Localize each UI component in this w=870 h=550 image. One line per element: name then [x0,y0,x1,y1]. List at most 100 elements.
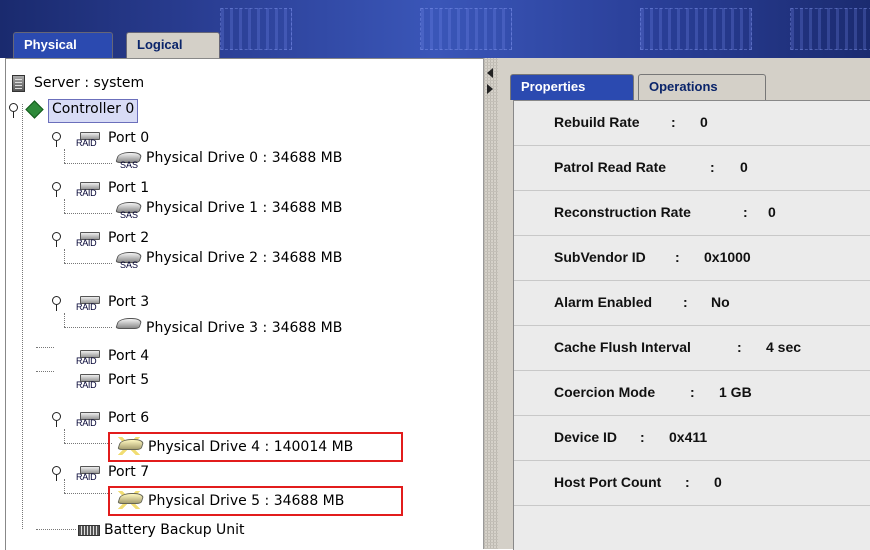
property-row: Alarm Enabled : No [514,281,870,326]
expand-icon[interactable] [50,295,61,311]
property-label: Device ID [554,429,618,445]
collapse-left-icon[interactable] [487,68,493,78]
tree-physical-drive[interactable]: Physical Drive 1 : 34688 MB [146,197,342,219]
property-label: Coercion Mode [554,384,656,400]
raid-port-icon: RAID [76,132,102,150]
expand-icon[interactable] [50,231,61,247]
raid-label: RAID [76,188,97,198]
tree-physical-drive[interactable]: Physical Drive 4 : 140014 MB [148,436,353,458]
tree-port[interactable]: Port 6 [108,407,149,429]
expand-icon[interactable] [7,102,18,118]
tree-connector [64,163,112,164]
raid-label: RAID [76,472,97,482]
raid-port-icon: RAID [76,466,102,484]
property-row: Patrol Read Rate : 0 [514,146,870,191]
property-separator: : [675,249,680,265]
battery-icon [78,525,100,536]
tree-connector [64,493,112,494]
tree-port[interactable]: Port 2 [108,227,149,249]
property-value: 0x411 [669,429,708,445]
tree-connector [22,104,23,529]
property-label: Rebuild Rate [554,114,640,130]
tree-physical-drive[interactable]: Physical Drive 5 : 34688 MB [148,490,344,512]
expand-icon[interactable] [50,181,61,197]
tree-connector [64,313,65,327]
raid-port-icon: RAID [76,296,102,314]
sas-label: SAS [120,160,139,170]
property-separator: : [737,339,742,355]
raid-label: RAID [76,356,97,366]
raid-port-icon: RAID [76,412,102,430]
tree-connector [64,199,65,213]
property-label: Reconstruction Rate [554,204,691,220]
tree-port[interactable]: Port 5 [108,369,149,391]
raid-port-icon: RAID [76,374,102,392]
right-tab-bar: Properties Operations [498,58,870,100]
tree-connector [64,149,65,163]
sas-drive-icon: SAS [114,250,143,270]
tree-connector [64,213,112,214]
tab-properties[interactable]: Properties [510,74,634,100]
tab-logical[interactable]: Logical [126,32,220,58]
sas-label: SAS [120,260,139,270]
tree-server[interactable]: Server : system [34,72,144,94]
banner-decoration [220,8,292,50]
tree-port[interactable]: Port 4 [108,345,149,367]
tree-battery[interactable]: Battery Backup Unit [104,519,245,541]
tree-connector [64,429,65,443]
warning-drive-icon [116,437,145,457]
expand-icon[interactable] [50,131,61,147]
property-value: 1 GB [719,384,752,400]
raid-port-icon: RAID [76,232,102,250]
property-value: 0 [768,204,776,220]
server-icon [12,75,25,92]
property-value: 0 [740,159,748,175]
property-label: Patrol Read Rate [554,159,667,175]
sas-drive-icon: SAS [114,150,143,170]
tree-connector [64,249,65,263]
tree-connector [36,529,76,530]
tree-controller[interactable]: Controller 0 [48,99,139,123]
expand-icon[interactable] [50,411,61,427]
sas-label: SAS [120,210,139,220]
tree-connector [36,371,54,372]
tree-physical-drive[interactable]: Physical Drive 2 : 34688 MB [146,247,342,269]
property-separator: : [671,114,676,130]
tree-connector [64,443,112,444]
raid-label: RAID [76,380,97,390]
tree-port[interactable]: Port 1 [108,177,149,199]
collapse-right-icon[interactable] [487,84,493,94]
banner-decoration [640,8,752,50]
property-value: 0x1000 [704,249,751,265]
expand-icon[interactable] [50,465,61,481]
property-row: SubVendor ID : 0x1000 [514,236,870,281]
property-value: 0 [700,114,708,130]
banner-decoration [790,8,870,50]
property-separator: : [690,384,695,400]
tree-port[interactable]: Port 3 [108,291,149,313]
raid-label: RAID [76,138,97,148]
tab-operations[interactable]: Operations [638,74,766,100]
tree-port[interactable]: Port 0 [108,127,149,149]
property-separator: : [640,429,645,445]
property-row: Host Port Count : 0 [514,461,870,506]
tree-connector [64,479,65,493]
sas-drive-icon: SAS [114,200,143,220]
panel-splitter[interactable] [483,58,499,549]
property-row: Reconstruction Rate : 0 [514,191,870,236]
controller-icon [25,100,44,119]
property-label: Cache Flush Interval [554,339,691,355]
tree-port[interactable]: Port 7 [108,461,149,483]
property-separator: : [683,294,688,310]
top-banner: Physical Logical [0,0,870,58]
property-row: Rebuild Rate : 0 [514,101,870,146]
tab-physical[interactable]: Physical [13,32,113,58]
raid-port-icon: RAID [76,350,102,368]
tree-physical-drive[interactable]: Physical Drive 3 : 34688 MB [146,317,342,339]
tree-connector [64,263,112,264]
property-label: Host Port Count [554,474,662,490]
tree-physical-drive[interactable]: Physical Drive 0 : 34688 MB [146,147,342,169]
property-value: 0 [714,474,722,490]
property-row: Device ID : 0x411 [514,416,870,461]
property-label: SubVendor ID [554,249,646,265]
